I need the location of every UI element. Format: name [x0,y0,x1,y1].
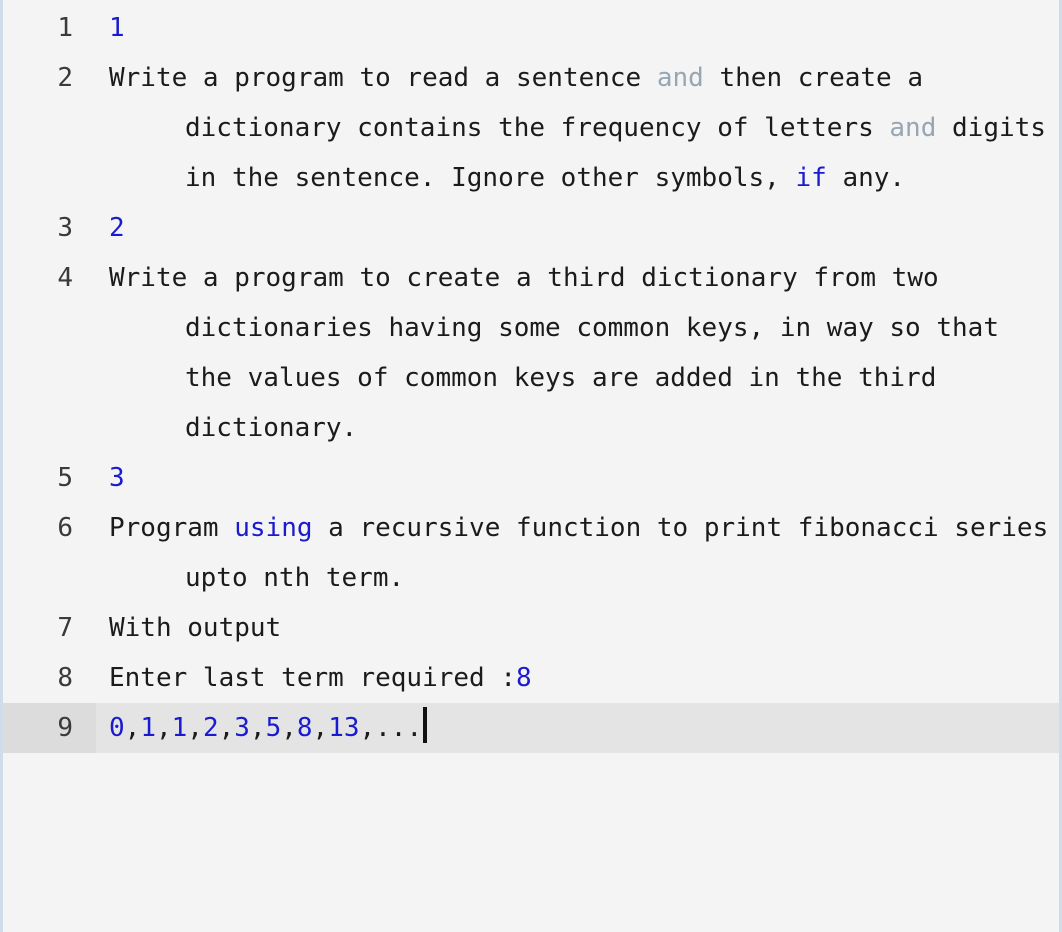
code-line-content[interactable]: 1 [109,3,1059,53]
token-num: 8 [516,663,532,693]
code-line-content[interactable]: 3 [109,453,1059,503]
code-line-content[interactable]: 0,1,1,2,3,5,8,13,... [109,703,1059,753]
line-number: 9 [3,703,96,753]
token-num: 2 [202,713,219,743]
code-line[interactable]: 8 Enter last term required :8 [3,653,1059,703]
code-line-content[interactable]: Program using a recursive function to pr… [109,503,1059,603]
token-num: 8 [296,713,313,743]
code-line-content[interactable]: Enter last term required :8 [109,653,1059,703]
code-line-content[interactable]: Write a program to read a sentence and t… [109,53,1059,203]
token-num: 3 [234,713,250,743]
token-kw-soft: and [656,63,704,93]
code-line[interactable]: 2 Write a program to read a sentence and … [3,53,1059,203]
code-line-content[interactable]: 2 [109,203,1059,253]
token-plain: a recursive function to print fibonacci … [185,513,1049,593]
token-num: 5 [265,713,282,743]
line-number: 1 [57,13,73,43]
token-plain: , [124,713,141,743]
token-plain: Write a program to create a third dictio… [109,263,1015,443]
token-plain: Enter last term required : [109,663,516,693]
token-kw: if [795,163,827,193]
code-line[interactable]: 9 0,1,1,2,3,5,8,13,... [3,703,1059,753]
token-plain: , [218,713,235,743]
token-num: 2 [109,213,125,243]
token-plain: With output [109,613,282,643]
token-plain: any. [826,163,906,193]
token-num: 1 [109,13,125,43]
line-number: 3 [57,213,73,243]
token-plain: , [187,713,203,743]
token-num: 13 [328,713,360,743]
line-number: 7 [57,613,73,643]
token-plain: ,... [359,713,423,743]
text-cursor [423,707,428,743]
token-num: 0 [109,713,125,743]
token-kw-soft: and [889,113,937,143]
code-line-content[interactable]: With output [109,603,1059,653]
token-plain: , [155,713,172,743]
line-number: 5 [57,463,73,493]
token-plain: Write a program to read a sentence [109,63,657,93]
line-number: 6 [57,513,73,543]
token-plain: , [312,713,329,743]
code-lines-container[interactable]: 1 1 2 Write a program to read a sentence an… [3,0,1059,753]
line-number: 8 [57,663,73,693]
code-line[interactable]: 53 [3,453,1059,503]
code-line[interactable]: 6 Program using a recursive function to p… [3,503,1059,603]
token-num: 1 [171,713,188,743]
line-number: 2 [57,63,73,93]
code-line[interactable]: 32 [3,203,1059,253]
code-line-content[interactable]: Write a program to create a third dictio… [109,253,1059,453]
token-num: 3 [109,463,125,493]
line-number: 4 [57,263,73,293]
code-line[interactable]: 7 With output [3,603,1059,653]
editor-empty-space [3,753,1059,873]
token-num: 1 [140,713,156,743]
code-line[interactable]: 11 [3,3,1059,53]
token-plain: , [281,713,297,743]
token-plain: Program [109,513,235,543]
code-line[interactable]: 4 Write a program to create a third dicti… [3,253,1059,453]
code-editor[interactable]: 1 1 2 Write a program to read a sentence an… [0,0,1062,932]
token-plain: , [249,713,266,743]
token-kw: using [234,513,313,543]
